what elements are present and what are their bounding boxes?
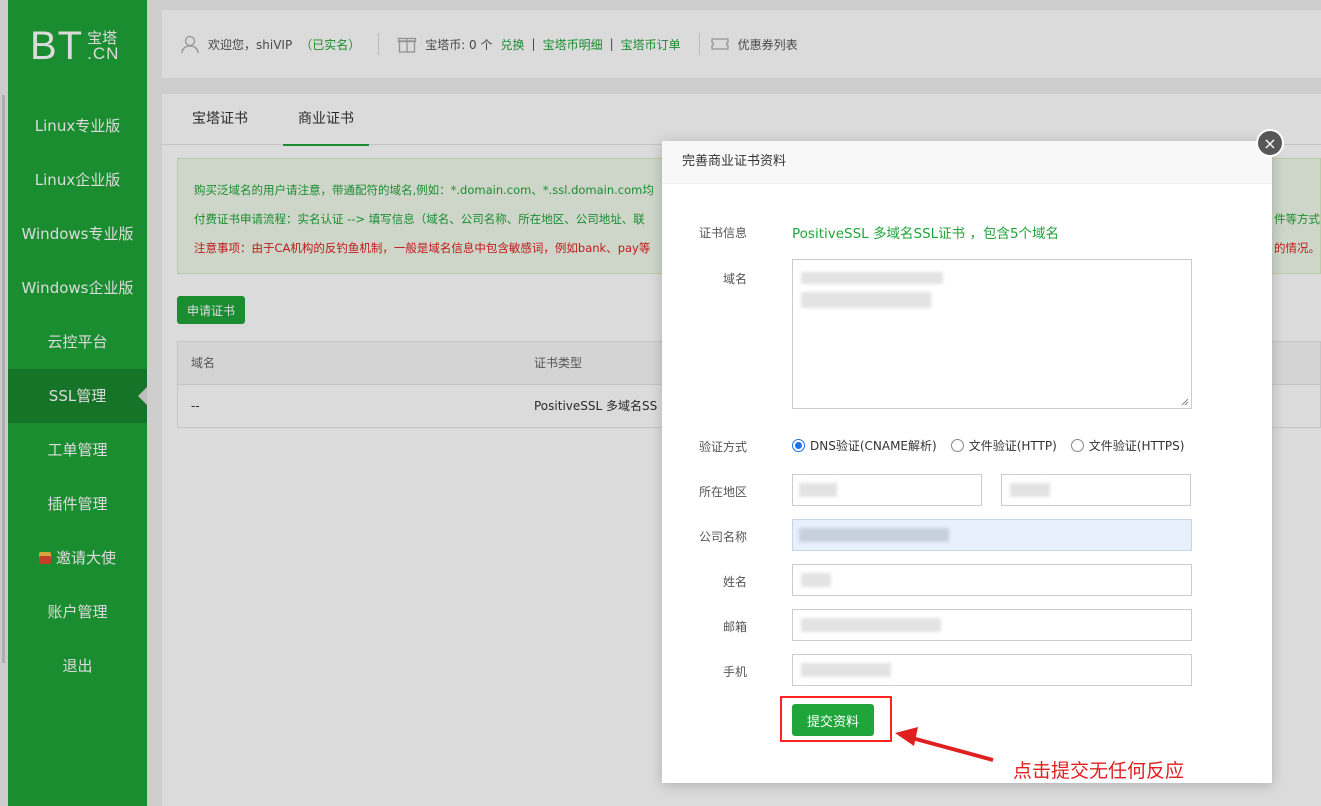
resize-handle-icon[interactable]	[1181, 398, 1189, 406]
radio-dot	[792, 439, 805, 452]
company-input[interactable]	[792, 519, 1192, 551]
radio-label: 文件验证(HTTPS)	[1088, 439, 1185, 453]
label-name: 姓名	[722, 575, 747, 589]
radio-http-verify[interactable]: 文件验证(HTTP)	[950, 437, 1057, 454]
redacted-text	[801, 573, 831, 587]
label-domain: 域名	[722, 272, 747, 286]
label-cert-info: 证书信息	[698, 226, 747, 240]
label-region: 所在地区	[698, 485, 747, 499]
phone-input[interactable]	[792, 654, 1192, 686]
province-input[interactable]	[792, 474, 982, 506]
redacted-text	[801, 663, 891, 677]
close-icon[interactable]: ×	[1256, 129, 1284, 157]
redacted-text	[801, 618, 941, 632]
annotation-text: 点击提交无任何反应	[1013, 760, 1185, 782]
radio-https-verify[interactable]: 文件验证(HTTPS)	[1070, 437, 1185, 454]
domain-textarea[interactable]	[792, 259, 1192, 409]
label-phone: 手机	[722, 665, 747, 679]
dialog-title: 完善商业证书资料	[662, 141, 1272, 184]
label-email: 邮箱	[722, 620, 747, 634]
redacted-text	[801, 272, 943, 284]
radio-dns-verify[interactable]: DNS验证(CNAME解析)	[792, 437, 937, 454]
name-input[interactable]	[792, 564, 1192, 596]
label-verify-method: 验证方式	[698, 440, 747, 454]
label-company: 公司名称	[698, 530, 747, 544]
redacted-text	[799, 483, 837, 497]
redacted-text	[799, 528, 949, 542]
highlight-box: 提交资料	[780, 696, 892, 742]
radio-dot	[1070, 439, 1084, 452]
radio-dot	[950, 439, 964, 452]
redacted-text	[1010, 483, 1050, 497]
commercial-cert-dialog: 完善商业证书资料 证书信息 PositiveSSL 多域名SSL证书 ，包含5个…	[662, 141, 1272, 783]
submit-button[interactable]: 提交资料	[792, 704, 874, 736]
redacted-text	[801, 292, 931, 308]
radio-label: 文件验证(HTTP)	[968, 439, 1057, 453]
radio-label: DNS验证(CNAME解析)	[810, 439, 937, 453]
close-glyph: ×	[1263, 133, 1277, 153]
verify-method-group: DNS验证(CNAME解析) 文件验证(HTTP) 文件验证(HTTPS)	[792, 437, 1198, 454]
cert-info-value: PositiveSSL 多域名SSL证书 ，包含5个域名	[792, 226, 1060, 242]
city-input[interactable]	[1001, 474, 1191, 506]
email-input[interactable]	[792, 609, 1192, 641]
